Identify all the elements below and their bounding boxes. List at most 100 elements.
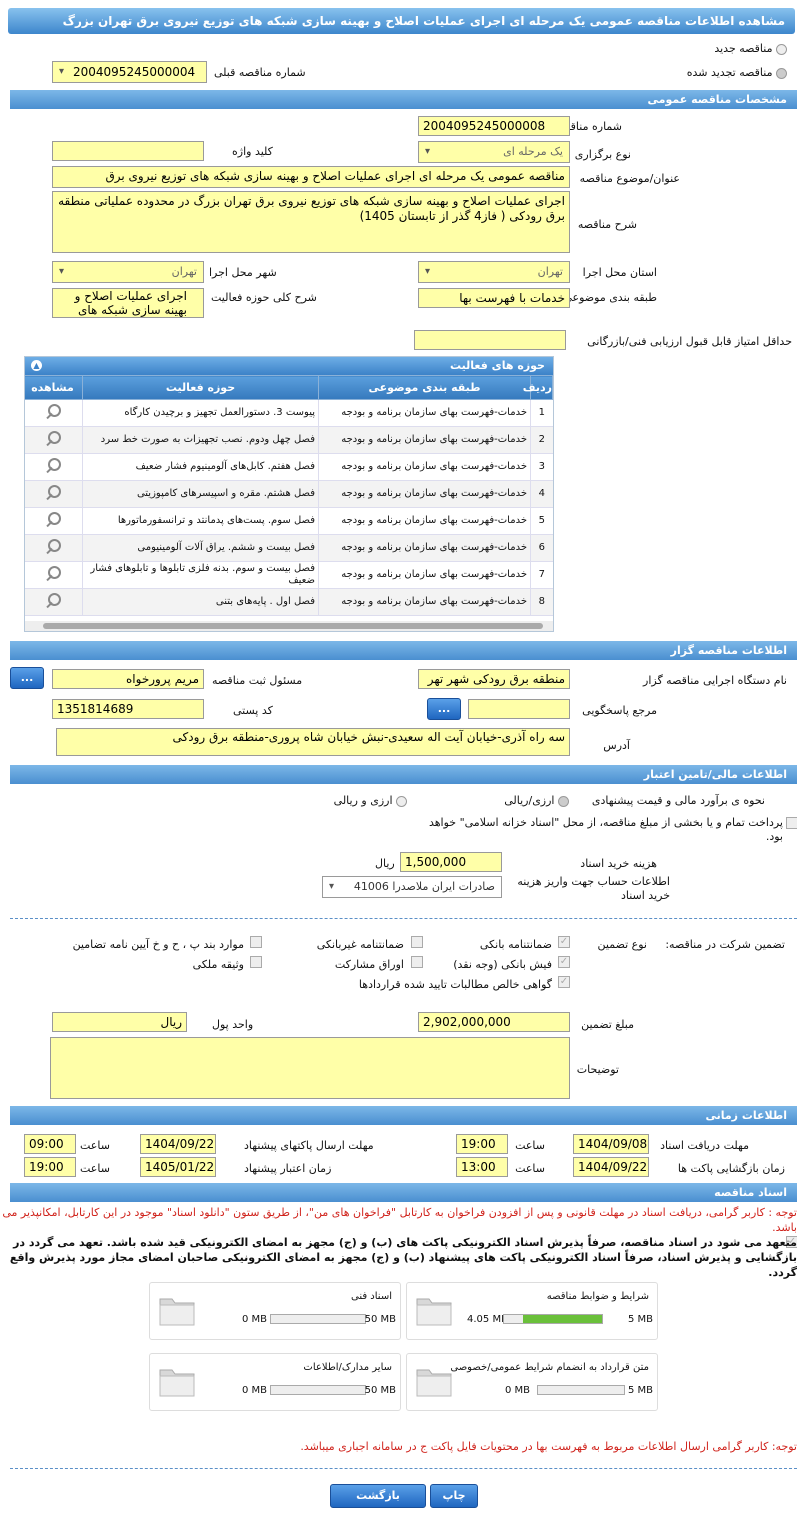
guarantee-checkbox-7: ✓	[558, 976, 570, 988]
reference-field	[468, 699, 570, 719]
unit-label: واحد پول	[212, 1018, 254, 1031]
magnifier-icon[interactable]	[43, 537, 63, 555]
guarantee-opt-7: گواهی خالص مطالبات تایید شده قراردادها	[358, 978, 552, 991]
scrollbar-thumb[interactable]	[43, 623, 543, 629]
view-cell[interactable]	[25, 426, 83, 454]
holding-type-select[interactable]: یک مرحله ای ▾	[418, 141, 570, 163]
magnifier-icon[interactable]	[43, 402, 63, 420]
row-number: 4	[530, 480, 553, 508]
commit-text: متعهد می شود در اسناد مناقصه، صرفاً پذیر…	[9, 1236, 797, 1279]
document-size: 0 MB	[505, 1385, 531, 1396]
document-item[interactable]: متن قرارداد به انضمام شرایط عمومی/خصوصی …	[406, 1353, 658, 1411]
folder-icon	[159, 1298, 195, 1326]
activities-table: حوزه های فعالیت ▲ ردیف طبقه بندی موضوعی ح…	[24, 356, 554, 632]
guarantee-opt-2: ضمانتنامه غیربانکی	[316, 938, 404, 951]
account-value: صادرات ایران ملاصدرا 41006	[353, 880, 495, 893]
document-item[interactable]: سایر مدارک/اطلاعات 0 MB 50 MB	[149, 1353, 401, 1411]
treasury-text: پرداخت تمام و یا بخشی از مبلغ مناقصه، از…	[428, 816, 783, 843]
magnifier-icon[interactable]	[43, 564, 63, 582]
chevron-down-icon: ▾	[425, 146, 431, 157]
city-value: تهران	[171, 265, 197, 278]
address-label: آدرس	[603, 739, 630, 752]
activity-desc-field: اجرای عملیات اصلاح و بهینه سازی شبکه های	[52, 288, 204, 318]
divider	[10, 918, 797, 919]
radio-estimate-2[interactable]: ارزی و ریالی	[334, 794, 407, 807]
row-field: فصل بیست و ششم. یراق آلات آلومینیومی	[82, 534, 319, 562]
row-number: 5	[530, 507, 553, 535]
view-cell[interactable]	[25, 534, 83, 562]
activities-title: حوزه های فعالیت	[450, 359, 545, 372]
view-cell[interactable]	[25, 561, 83, 589]
description-field: اجرای عملیات اصلاح و بهینه سازی شبکه های…	[52, 191, 570, 253]
radio-estimate-1[interactable]: ارزی/ریالی	[504, 794, 569, 807]
table-row: 3 خدمات-فهرست بهای سازمان برنامه و بودجه ف…	[25, 453, 553, 481]
footer-notice: توجه: کاربر گرامی ارسال اطلاعات مربوط به…	[300, 1440, 797, 1453]
reference-lookup-button[interactable]: ...	[427, 698, 461, 720]
horizontal-scrollbar[interactable]	[25, 621, 553, 631]
subject-label: عنوان/موضوع مناقصه	[579, 172, 680, 185]
collapse-icon[interactable]: ▲	[31, 360, 42, 371]
chevron-down-icon: ▾	[59, 66, 65, 77]
row-field: فصل سوم. پست‌های پدمانتد و ترانسفورماتور…	[82, 507, 319, 535]
open-time-label: ساعت	[515, 1162, 545, 1175]
row-category: خدمات-فهرست بهای سازمان برنامه و بودجه	[318, 534, 531, 562]
guarantee-checkbox-4: ✓	[558, 956, 570, 968]
magnifier-icon[interactable]	[43, 483, 63, 501]
row-category: خدمات-فهرست بهای سازمان برنامه و بودجه	[318, 561, 531, 589]
view-cell[interactable]	[25, 507, 83, 535]
prev-number-value: 2004095245000004	[73, 65, 196, 79]
registrar-lookup-button[interactable]: ...	[10, 667, 44, 689]
open-date: 1404/09/22	[573, 1157, 649, 1177]
radio-new-tender[interactable]: مناقصه جدید	[714, 42, 787, 55]
col-view: مشاهده	[25, 375, 83, 400]
treasury-checkbox	[786, 817, 797, 829]
registrar-field: مریم پرورخواه	[52, 669, 204, 689]
back-button[interactable]: بازگشت	[330, 1484, 426, 1508]
validity-time-label: ساعت	[80, 1162, 110, 1175]
min-score-field	[414, 330, 566, 350]
magnifier-icon[interactable]	[43, 456, 63, 474]
col-category: طبقه بندی موضوعی	[318, 375, 531, 400]
province-value: تهران	[537, 265, 563, 278]
document-progress	[270, 1385, 366, 1395]
number-field: 2004095245000008	[418, 116, 570, 136]
progress-fill	[522, 1315, 602, 1323]
city-select[interactable]: تهران ▾	[52, 261, 204, 283]
row-number: 7	[530, 561, 553, 589]
guarantee-checkbox-5	[411, 956, 423, 968]
section-finance: اطلاعات مالی/تامین اعتبار	[10, 765, 797, 784]
table-row: 6 خدمات-فهرست بهای سازمان برنامه و بودجه ف…	[25, 534, 553, 562]
document-name: شرایط و ضوابط مناقصه	[546, 1291, 649, 1302]
province-select[interactable]: تهران ▾	[418, 261, 570, 283]
view-cell[interactable]	[25, 480, 83, 508]
document-size: 4.05 MB	[467, 1314, 508, 1325]
row-number: 1	[530, 399, 553, 427]
notes-label: توضیحات	[576, 1063, 619, 1076]
view-cell[interactable]	[25, 399, 83, 427]
magnifier-icon[interactable]	[43, 429, 63, 447]
magnifier-icon[interactable]	[43, 510, 63, 528]
radio-renewed-tender[interactable]: مناقصه تجدید شده	[687, 66, 787, 79]
new-tender-label: مناقصه جدید	[714, 42, 773, 55]
magnifier-icon[interactable]	[43, 591, 63, 609]
print-button[interactable]: چاپ	[430, 1484, 478, 1508]
row-field: فصل هفتم. کابل‌های آلومینیوم فشار ضعیف	[82, 453, 319, 481]
description-label: شرح مناقصه	[577, 218, 637, 231]
guarantee-checkbox-6	[250, 956, 262, 968]
keyword-label: کلید واژه	[232, 145, 273, 158]
guarantee-opt-6: وثیقه ملکی	[192, 958, 244, 971]
account-select[interactable]: صادرات ایران ملاصدرا 41006 ▾	[322, 876, 502, 898]
view-cell[interactable]	[25, 453, 83, 481]
table-row: 5 خدمات-فهرست بهای سازمان برنامه و بودجه ف…	[25, 507, 553, 535]
document-item[interactable]: شرایط و ضوابط مناقصه 4.05 MB 5 MB	[406, 1282, 658, 1340]
folder-icon	[416, 1369, 452, 1397]
document-size: 0 MB	[242, 1385, 268, 1396]
activities-header: حوزه های فعالیت ▲	[25, 357, 553, 375]
table-row: 2 خدمات-فهرست بهای سازمان برنامه و بودجه ف…	[25, 426, 553, 454]
divider	[10, 1468, 797, 1469]
view-cell[interactable]	[25, 588, 83, 616]
document-item[interactable]: اسناد فنی 0 MB 50 MB	[149, 1282, 401, 1340]
prev-number-select[interactable]: 2004095245000004 ▾	[52, 61, 207, 83]
keyword-field[interactable]	[52, 141, 204, 161]
document-progress	[537, 1385, 625, 1395]
